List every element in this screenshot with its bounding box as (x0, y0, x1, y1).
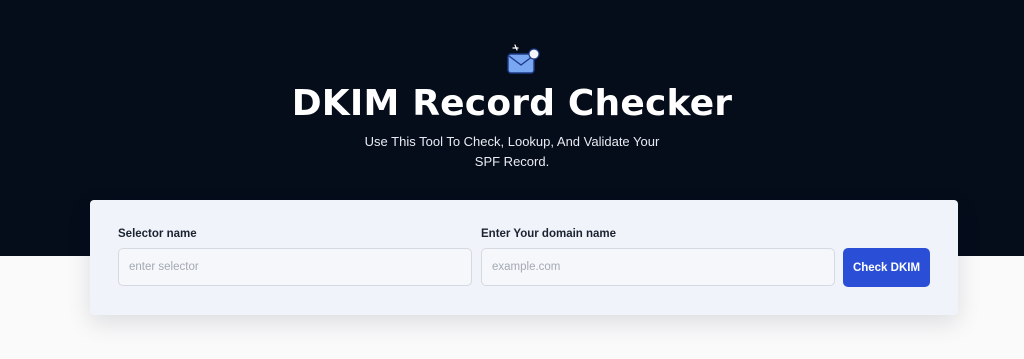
check-dkim-button[interactable]: Check DKIM (843, 248, 930, 287)
selector-label: Selector name (118, 228, 197, 240)
domain-input[interactable] (481, 248, 835, 286)
selector-input[interactable] (118, 248, 472, 286)
page-title: DKIM Record Checker (291, 83, 733, 124)
page-subtitle: Use This Tool To Check, Lookup, And Vali… (364, 134, 660, 169)
mail-check-icon (502, 42, 542, 78)
domain-label: Enter Your domain name (481, 228, 617, 240)
dkim-check-form: Selector name Enter Your domain name Che… (90, 200, 958, 315)
